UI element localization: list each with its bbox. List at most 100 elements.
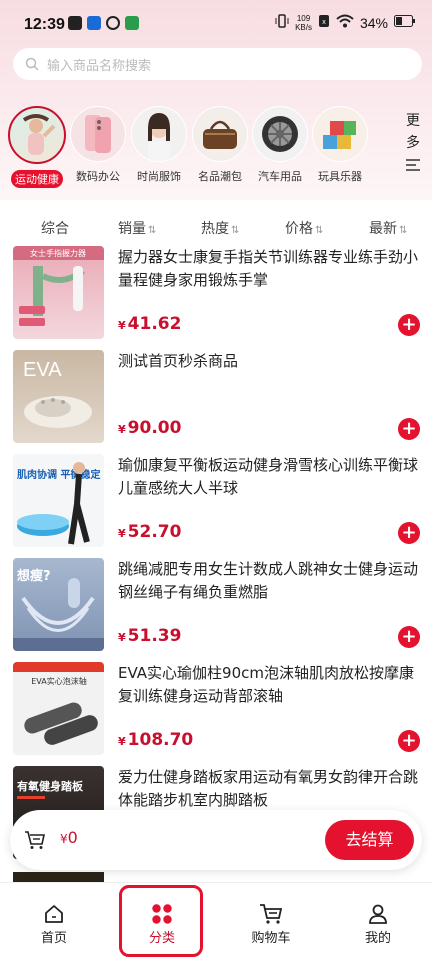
tab-cart[interactable]: 购物车 [231, 901, 311, 946]
tab-profile[interactable]: 我的 [338, 901, 418, 946]
sort-comprehensive[interactable]: 综合 [41, 218, 69, 238]
product-title: 握力器女士康复手指关节训练器专业练手劲小量程健身家用锻炼手掌 [118, 248, 419, 289]
add-to-cart-button[interactable]: + [398, 418, 420, 440]
status-right: 109 KB/s x 34% [275, 14, 416, 32]
net-speed-value: 109 [296, 14, 311, 23]
tab-label: 购物车 [251, 931, 291, 946]
category-fashion[interactable]: 时尚服饰 [128, 106, 190, 184]
cart-currency: ¥ [60, 832, 68, 846]
product-image-peek [13, 872, 104, 882]
notification-icons [68, 16, 139, 30]
category-image [192, 106, 248, 162]
product-image: 女士手指握力器 [13, 246, 104, 339]
sort-newest[interactable]: 最新 ⇅ [369, 218, 407, 238]
wifi-icon [336, 14, 354, 32]
category-auto[interactable]: 汽车用品 [249, 106, 311, 184]
more-categories-button[interactable]: 更多 [403, 110, 423, 179]
sort-label: 最新 [369, 221, 397, 237]
search-placeholder: 输入商品名称搜索 [47, 58, 152, 74]
add-to-cart-button[interactable]: + [398, 730, 420, 752]
category-bags[interactable]: 名品潮包 [189, 106, 251, 184]
notification-icon [68, 16, 82, 30]
category-toys[interactable]: 玩具乐器 [309, 106, 371, 184]
add-to-cart-button[interactable]: + [398, 522, 420, 544]
battery-percent: 34% [359, 15, 388, 31]
more-label: 更多 [406, 113, 420, 151]
category-image [8, 106, 66, 164]
product-price: ¥51.39 [118, 626, 182, 646]
sort-sales[interactable]: 销量 ⇅ [118, 218, 156, 238]
product-price: ¥108.70 [118, 730, 194, 750]
battery-icon [394, 15, 416, 31]
product-image: 想瘦? [13, 558, 104, 651]
sort-label: 热度 [201, 221, 229, 237]
product-image-text: EVA实心泡沫轴 [31, 676, 87, 686]
net-speed: 109 KB/s [295, 14, 312, 32]
product-price: ¥90.00 [118, 418, 182, 438]
sort-bar: 综合 销量 ⇅ 热度 ⇅ 价格 ⇅ 最新 ⇅ [0, 208, 432, 242]
product-image-text: 想瘦? [17, 568, 51, 584]
sort-label: 销量 [118, 221, 146, 237]
product-price: ¥52.70 [118, 522, 182, 542]
cart-icon[interactable] [24, 830, 46, 850]
sim-icon: x [318, 14, 330, 32]
sort-label: 综合 [41, 221, 69, 237]
sort-price[interactable]: 价格 ⇅ [285, 218, 323, 238]
category-image [252, 106, 308, 162]
category-label: 数码办公 [76, 170, 120, 183]
net-speed-unit: KB/s [295, 23, 312, 32]
product-image-text: EVA [23, 359, 62, 381]
category-sports-health[interactable]: 运动健康 [6, 106, 68, 188]
product-price-value: 51.39 [127, 626, 182, 646]
product-price-value: 108.70 [127, 730, 194, 750]
category-image [131, 106, 187, 162]
cart-amount: 0 [67, 828, 78, 847]
category-label: 时尚服饰 [137, 170, 181, 183]
user-icon [369, 904, 387, 924]
product-price-value: 41.62 [127, 314, 182, 334]
sort-arrows-icon: ⇅ [148, 225, 157, 236]
category-digital-office[interactable]: 数码办公 [67, 106, 129, 184]
add-to-cart-button[interactable]: + [398, 314, 420, 336]
product-image: EVA实心泡沫轴 [13, 662, 104, 755]
status-bar: 12:39 109 KB/s x 34% [0, 0, 432, 50]
product-image-text: 肌肉协调 平衡稳定 [17, 468, 100, 481]
svg-text:x: x [322, 19, 326, 26]
tab-label: 首页 [40, 931, 67, 946]
product-item[interactable]: 女士手指握力器 握力器女士康复手指关节训练器专业练手劲小量程健身家用锻炼手掌 ¥… [0, 246, 432, 351]
product-title: 爱力仕健身踏板家用运动有氧男女韵律开合跳体能踏步机室内脚踏板 [118, 768, 419, 809]
add-to-cart-button[interactable]: + [398, 626, 420, 648]
category-label: 玩具乐器 [318, 170, 362, 183]
shopping-cart-icon [260, 904, 283, 924]
product-title: EVA实心瑜伽柱90cm泡沫轴肌肉放松按摩康复训练健身运动背部滚轴 [118, 664, 414, 705]
notification-icon [125, 16, 139, 30]
product-title: 跳绳减肥专用女生计数成人跳神女士健身运动钢丝绳子有绳负重燃脂 [118, 560, 419, 601]
sort-popularity[interactable]: 热度 ⇅ [201, 218, 239, 238]
category-label: 运动健康 [11, 170, 63, 188]
product-title: 测试首页秒杀商品 [118, 352, 239, 370]
product-image: 肌肉协调 平衡稳定 [13, 454, 104, 547]
category-image [70, 106, 126, 162]
product-item[interactable]: EVA 测试首页秒杀商品 ¥90.00 + [0, 350, 432, 455]
product-image: EVA [13, 350, 104, 443]
status-time: 12:39 [24, 16, 65, 33]
product-item[interactable]: 想瘦? 跳绳减肥专用女生计数成人跳神女士健身运动钢丝绳子有绳负重燃脂 ¥51.3… [0, 558, 432, 663]
tab-label: 我的 [364, 931, 391, 946]
cart-summary-bar: ¥0 去结算 [10, 810, 422, 870]
category-label: 名品潮包 [198, 170, 242, 183]
tab-home[interactable]: 首页 [14, 901, 94, 946]
product-item[interactable]: EVA实心泡沫轴 EVA实心瑜伽柱90cm泡沫轴肌肉放松按摩康复训练健身运动背部… [0, 662, 432, 767]
sort-arrows-icon: ⇅ [231, 225, 240, 236]
sort-arrows-icon: ⇅ [399, 225, 408, 236]
sort-label: 价格 [285, 221, 313, 237]
search-input[interactable]: 输入商品名称搜索 [13, 48, 422, 80]
checkout-button[interactable]: 去结算 [325, 820, 414, 860]
product-price-value: 52.70 [127, 522, 182, 542]
product-price-value: 90.00 [127, 418, 182, 438]
product-item[interactable]: 肌肉协调 平衡稳定 瑜伽康复平衡板运动健身滑雪核心训练平衡球儿童感统大人半球 ¥… [0, 454, 432, 559]
vibrate-icon [275, 14, 289, 32]
category-label: 汽车用品 [258, 170, 302, 183]
search-icon [25, 57, 39, 71]
cart-total: ¥0 [60, 828, 78, 847]
tab-highlight-box [119, 885, 203, 957]
